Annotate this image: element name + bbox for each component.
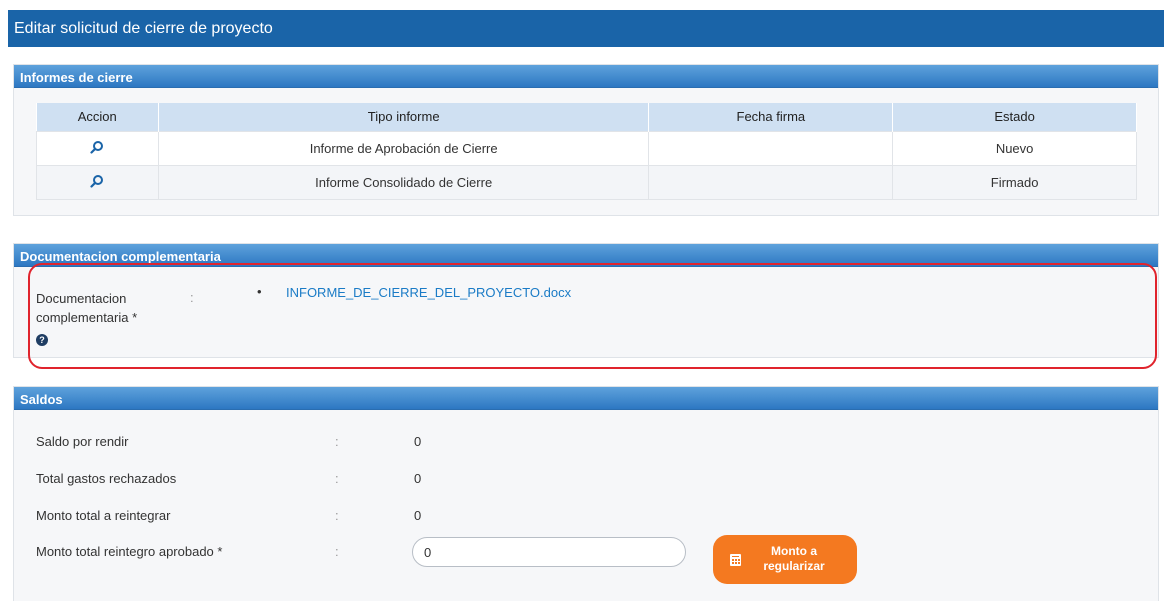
tipo-informe-cell: Informe Consolidado de Cierre [157, 164, 650, 200]
informes-panel-header: Informes de cierre [14, 65, 1158, 88]
view-informe-button[interactable] [36, 164, 159, 200]
informes-table: Accion Tipo informe Fecha firma Estado I… [36, 103, 1137, 200]
column-header-accion[interactable]: Accion [36, 103, 159, 131]
total-gastos-rechazados-label: Total gastos rechazados [36, 471, 177, 486]
label-colon: : [335, 471, 339, 486]
monto-a-regularizar-button[interactable]: Monto a regularizar [713, 535, 857, 584]
monto-total-reintegrar-value: 0 [414, 508, 422, 523]
calculator-icon [730, 554, 741, 566]
button-label-line2: regularizar [763, 559, 825, 573]
table-row: Informe de Aprobación de Cierre Nuevo [36, 130, 1137, 166]
label-colon: : [335, 508, 339, 523]
page-title: Editar solicitud de cierre de proyecto [8, 10, 1164, 47]
table-row: Informe Consolidado de Cierre Firmado [36, 164, 1137, 200]
label-colon: : [335, 544, 339, 559]
column-header-estado[interactable]: Estado [892, 103, 1137, 131]
magnifier-icon[interactable] [90, 140, 104, 154]
magnifier-icon[interactable] [90, 174, 104, 188]
total-gastos-rechazados-value: 0 [414, 471, 422, 486]
view-informe-button[interactable] [36, 130, 159, 166]
saldos-panel: Saldos Saldo por rendir : 0 Total gastos… [13, 386, 1159, 601]
saldo-por-rendir-label: Saldo por rendir [36, 434, 129, 449]
monto-total-reintegrar-label: Monto total a reintegrar [36, 508, 171, 523]
estado-cell: Firmado [892, 164, 1137, 200]
tipo-informe-cell: Informe de Aprobación de Cierre [157, 130, 650, 166]
saldo-por-rendir-value: 0 [414, 434, 422, 449]
monto-reintegro-aprobado-label: Monto total reintegro aprobado * [36, 544, 223, 559]
column-header-fecha-firma[interactable]: Fecha firma [648, 103, 894, 131]
button-label-line1: Monto a [771, 544, 817, 558]
informes-panel: Informes de cierre Accion Tipo informe F… [13, 64, 1159, 216]
label-colon: : [335, 434, 339, 449]
estado-cell: Nuevo [892, 130, 1137, 166]
column-header-tipo-informe[interactable]: Tipo informe [158, 103, 650, 131]
fecha-firma-cell [648, 130, 894, 166]
highlight-outline [28, 263, 1157, 369]
fecha-firma-cell [648, 164, 894, 200]
monto-reintegro-aprobado-input[interactable] [412, 537, 686, 567]
saldos-panel-header: Saldos [14, 387, 1158, 410]
